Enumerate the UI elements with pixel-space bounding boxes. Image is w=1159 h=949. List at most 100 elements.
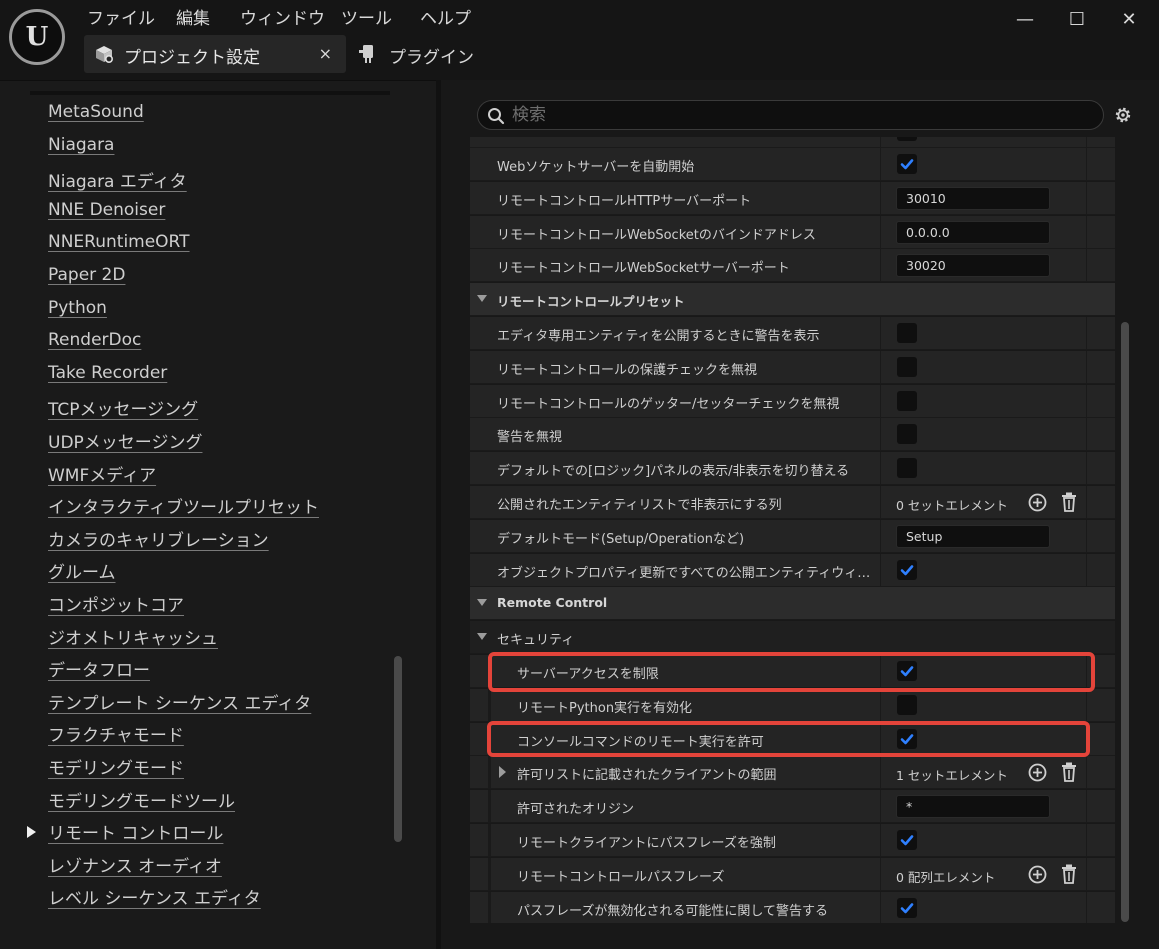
property-label: リモートPython実行を有効化 [517, 701, 693, 716]
sidebar-item[interactable]: ジオメトリキャッシュ [48, 624, 218, 649]
menu-edit[interactable]: 編集 [176, 8, 210, 30]
expand-arrow-icon[interactable] [499, 766, 506, 778]
selected-arrow-icon [27, 826, 36, 838]
menu-file[interactable]: ファイル [87, 8, 155, 30]
trash-icon[interactable] [1061, 762, 1077, 782]
property-row[interactable]: リモートコントロールのゲッター/セッターチェックを無視 [470, 385, 1115, 418]
text-field-value: Setup [906, 529, 943, 544]
property-row[interactable]: パスフレーズが無効化される可能性に関して警告する [470, 892, 1115, 923]
checkbox[interactable] [897, 830, 917, 850]
minimize-button[interactable]: — [1011, 6, 1039, 32]
sidebar-scrollbar[interactable] [394, 656, 402, 842]
property-row[interactable]: 許可されたオリジン * [470, 790, 1115, 823]
checkbox[interactable] [897, 154, 917, 174]
add-element-icon[interactable] [1028, 865, 1047, 884]
sidebar-item[interactable]: モデリングモードツール [48, 787, 235, 812]
category-header[interactable]: セキュリティ [470, 621, 1115, 654]
checkbox[interactable] [897, 560, 917, 580]
property-row[interactable]: リモートコントロールパスフレーズ 0 配列エレメント [470, 858, 1115, 891]
search-box[interactable] [477, 100, 1104, 130]
sidebar-item[interactable]: インタラクティブツールプリセット [48, 493, 319, 518]
sidebar-item[interactable]: レベル シーケンス エディタ [48, 884, 261, 909]
text-field[interactable]: 30020 [896, 254, 1050, 277]
gear-icon[interactable] [1113, 105, 1133, 125]
title-bar: U ファイル 編集 ウィンドウ ツール ヘルプ — ☐ ✕ プロジェクト設定 ×… [0, 0, 1159, 80]
property-row[interactable]: 許可リストに記載されたクライアントの範囲 1 セットエレメント [470, 756, 1115, 789]
sidebar-item[interactable]: Niagara エディタ [48, 167, 187, 192]
property-row[interactable]: Webソケットサーバーを自動開始 [470, 148, 1115, 181]
sidebar-item[interactable]: UDPメッセージング [48, 428, 202, 453]
sidebar-item[interactable]: MetaSound [48, 102, 144, 122]
property-row[interactable]: リモートコントロールWebSocketのバインドアドレス 0.0.0.0 [470, 216, 1115, 249]
indent-guide [488, 756, 491, 789]
tab-project-settings[interactable]: プロジェクト設定 × [84, 35, 346, 73]
property-label: 警告を無視 [497, 430, 563, 445]
sidebar-item[interactable]: データフロー [48, 656, 150, 681]
text-field[interactable]: Setup [896, 525, 1050, 548]
property-row[interactable]: リモートPython実行を有効化 [470, 689, 1115, 722]
property-row[interactable]: 公開されたエンティティリストで非表示にする列 0 セットエレメント [470, 486, 1115, 519]
property-row[interactable]: リモートコントロールHTTPサーバーポート 30010 [470, 182, 1115, 215]
details-panel: Webソケットサーバーを自動開始リモートコントロールHTTPサーバーポート 300… [441, 80, 1159, 949]
sidebar-item[interactable]: NNERuntimeORT [48, 232, 190, 252]
text-field[interactable]: 30010 [896, 187, 1050, 210]
property-list: Webソケットサーバーを自動開始 リモートコントロールHTTPサーバーポート 300… [470, 137, 1115, 923]
sidebar-item[interactable]: NNE Denoiser [48, 200, 165, 220]
sidebar-item[interactable]: フラクチャモード [48, 721, 184, 746]
checkbox[interactable] [897, 357, 917, 377]
add-element-icon[interactable] [1028, 763, 1047, 782]
collapse-arrow-icon[interactable] [477, 599, 487, 606]
sidebar-item[interactable]: RenderDoc [48, 330, 141, 350]
property-row[interactable]: エディタ専用エンティティを公開するときに警告を表示 [470, 317, 1115, 350]
property-row[interactable]: デフォルトでの[ロジック]パネルの表示/非表示を切り替える [470, 452, 1115, 485]
menu-tools[interactable]: ツール [341, 8, 392, 30]
category-header[interactable]: Remote Control [470, 587, 1115, 620]
sidebar-item[interactable]: テンプレート シーケンス エディタ [48, 689, 311, 714]
collapse-arrow-icon[interactable] [477, 633, 487, 640]
category-header[interactable]: リモートコントロールプリセット [470, 283, 1115, 316]
sidebar-item[interactable]: Python [48, 298, 107, 318]
sidebar-item[interactable]: カメラのキャリブレーション [48, 526, 269, 551]
sidebar-item[interactable]: レゾナンス オーディオ [48, 852, 222, 877]
checkbox[interactable] [897, 898, 917, 918]
details-scrollbar[interactable] [1121, 322, 1129, 922]
sidebar-item[interactable]: リモート コントロール [48, 819, 223, 844]
highlight-box-console-command [487, 721, 1090, 757]
tab-close-button[interactable]: × [319, 44, 332, 63]
search-input[interactable] [512, 103, 1092, 127]
checkbox[interactable] [897, 424, 917, 444]
property-label: Remote Control [497, 595, 608, 610]
sidebar-item[interactable]: グルーム [48, 558, 116, 583]
text-field-value: * [906, 799, 913, 814]
sidebar-item[interactable]: Niagara [48, 135, 114, 155]
property-row[interactable]: リモートクライアントにパスフレーズを強制 [470, 824, 1115, 857]
text-field[interactable]: * [896, 795, 1050, 818]
text-field[interactable]: 0.0.0.0 [896, 221, 1050, 244]
collapse-arrow-icon[interactable] [477, 295, 487, 302]
sidebar-item[interactable]: WMFメディア [48, 461, 156, 486]
property-row[interactable]: オブジェクトプロパティ更新ですべての公開エンティティウィジェットを更新 [470, 554, 1115, 587]
checkbox[interactable] [897, 137, 917, 141]
property-row[interactable]: リモートコントロールの保護チェックを無視 [470, 351, 1115, 384]
checkbox[interactable] [897, 391, 917, 411]
trash-icon[interactable] [1061, 864, 1077, 884]
trash-icon[interactable] [1061, 492, 1077, 512]
property-row[interactable]: デフォルトモード(Setup/Operationなど) Setup [470, 520, 1115, 553]
sidebar-item[interactable]: モデリングモード [48, 754, 184, 779]
close-window-button[interactable]: ✕ [1115, 6, 1143, 32]
sidebar-item[interactable]: Take Recorder [48, 363, 167, 383]
unreal-logo-icon[interactable]: U [9, 9, 65, 65]
maximize-button[interactable]: ☐ [1063, 6, 1091, 32]
sidebar-item[interactable]: Paper 2D [48, 265, 125, 285]
menu-window[interactable]: ウィンドウ [240, 8, 325, 30]
menu-help[interactable]: ヘルプ [420, 8, 471, 30]
property-row[interactable]: リモートコントロールWebSocketサーバーポート 30020 [470, 249, 1115, 282]
sidebar-item[interactable]: コンポジットコア [48, 591, 184, 616]
add-element-icon[interactable] [1028, 493, 1047, 512]
checkbox[interactable] [897, 458, 917, 478]
sidebar-item[interactable]: TCPメッセージング [48, 395, 198, 420]
property-row[interactable]: 警告を無視 [470, 418, 1115, 451]
checkbox[interactable] [897, 695, 917, 715]
checkbox[interactable] [897, 323, 917, 343]
array-count: 0 セットエレメント [896, 498, 1008, 513]
